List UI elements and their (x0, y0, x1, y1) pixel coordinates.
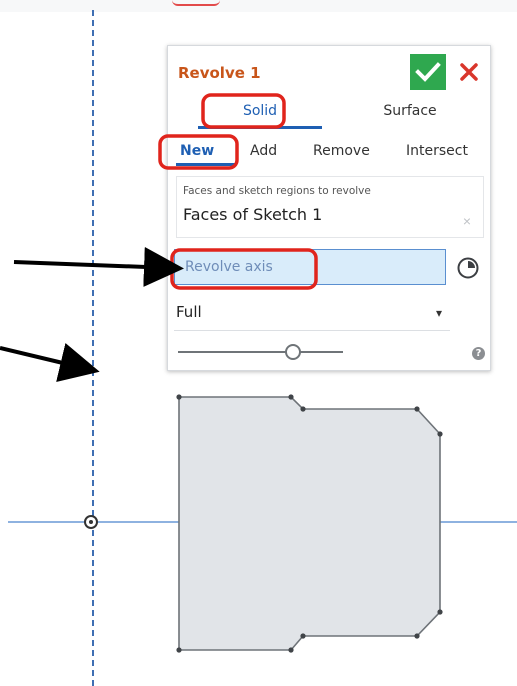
clear-selection-button[interactable]: × (463, 213, 471, 229)
sketch-vertex (300, 406, 306, 412)
tab-solid[interactable]: Solid (198, 96, 322, 126)
faces-field-label: Faces and sketch regions to revolve (183, 185, 371, 197)
clock-icon[interactable] (456, 256, 480, 280)
operation-remove[interactable]: Remove (313, 136, 370, 166)
operation-add[interactable]: Add (250, 136, 277, 166)
preview-slider[interactable] (178, 338, 343, 366)
sketch-origin-point[interactable] (84, 515, 98, 529)
dialog-title: Revolve 1 (178, 64, 261, 82)
sketch-vertex (300, 633, 306, 639)
operation-intersect[interactable]: Intersect (406, 136, 468, 166)
operation-new[interactable]: New (180, 136, 214, 166)
tab-surface[interactable]: Surface (348, 96, 472, 126)
revolve-axis-input[interactable] (174, 249, 446, 285)
sketch-vertex (176, 394, 182, 400)
faces-selection-field[interactable]: Faces and sketch regions to revolve Face… (176, 176, 484, 238)
close-icon (460, 63, 478, 81)
sketch-vertex (414, 406, 420, 412)
selected-tab-indicator (198, 126, 322, 129)
sketch-vertex (176, 647, 182, 653)
revolve-type-dropdown[interactable]: Full ▾ (174, 298, 450, 331)
revolve-feature-dialog: Revolve 1 Solid Surface New Add Remove I… (167, 45, 491, 371)
accept-button[interactable] (410, 54, 446, 90)
help-icon[interactable]: ? (472, 347, 485, 360)
cancel-button[interactable] (456, 56, 482, 86)
sketch-vertex (414, 633, 420, 639)
checkmark-icon (415, 62, 441, 82)
slider-track (178, 351, 343, 353)
operation-type-row: New Add Remove Intersect (168, 136, 490, 166)
sketch-region (178, 396, 441, 651)
slider-thumb[interactable] (285, 344, 301, 360)
sketch-vertex (288, 394, 294, 400)
faces-field-value: Faces of Sketch 1 (183, 205, 323, 224)
chevron-down-icon: ▾ (435, 306, 442, 320)
selected-operation-indicator (176, 163, 236, 166)
body-type-tabs: Solid Surface (168, 96, 490, 129)
sketch-vertex (437, 609, 443, 615)
sketch-vertex (437, 431, 443, 437)
sketch-vertex (288, 647, 294, 653)
revolve-type-value: Full (176, 303, 202, 321)
